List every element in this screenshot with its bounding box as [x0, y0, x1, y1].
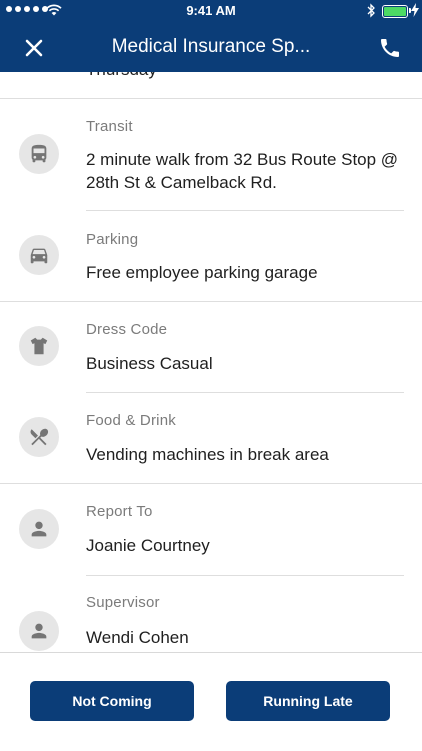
phone-icon[interactable] — [378, 36, 402, 60]
page-title: Medical Insurance Sp... — [111, 36, 311, 57]
supervisor-value: Wendi Cohen — [86, 628, 189, 647]
dress-code-label: Dress Code — [86, 321, 168, 338]
list-item-report-to: Report To Joanie Courtney — [0, 484, 422, 575]
action-footer: Not Coming Running Late — [0, 652, 422, 751]
app-header: 9:41 AM Medical Insurance Sp... — [0, 0, 422, 72]
transit-label: Transit — [86, 118, 133, 135]
status-bar: 9:41 AM — [0, 0, 422, 22]
food-drink-value: Vending machines in break area — [86, 445, 329, 464]
person-icon — [19, 509, 59, 549]
shirt-icon — [19, 326, 59, 366]
battery-icon — [382, 5, 408, 18]
car-icon — [19, 235, 59, 275]
status-time: 9:41 AM — [186, 3, 236, 18]
report-to-label: Report To — [86, 503, 153, 520]
list-item-food-drink: Food & Drink Vending machines in break a… — [0, 393, 422, 483]
fork-knife-icon — [19, 417, 59, 457]
partial-row-value: Thursday — [86, 72, 157, 80]
bus-icon — [19, 134, 59, 174]
not-coming-button[interactable]: Not Coming — [30, 681, 194, 721]
details-list[interactable]: Thursday Transit 2 minute walk from 32 B… — [0, 72, 422, 652]
parking-value: Free employee parking garage — [86, 263, 318, 282]
supervisor-label: Supervisor — [86, 594, 160, 611]
report-to-value: Joanie Courtney — [86, 536, 210, 555]
charging-icon — [411, 3, 419, 17]
food-drink-label: Food & Drink — [86, 412, 176, 429]
list-item-dress-code: Dress Code Business Casual — [0, 302, 422, 392]
person-icon — [19, 611, 59, 651]
bluetooth-icon — [367, 3, 375, 18]
parking-label: Parking — [86, 231, 139, 248]
running-late-button[interactable]: Running Late — [226, 681, 390, 721]
list-item-parking: Parking Free employee parking garage — [0, 211, 422, 301]
transit-value: 2 minute walk from 32 Bus Route Stop @ 2… — [86, 150, 399, 192]
list-item-transit: Transit 2 minute walk from 32 Bus Route … — [0, 99, 422, 211]
dress-code-value: Business Casual — [86, 354, 213, 373]
close-icon[interactable] — [22, 36, 46, 60]
list-item-supervisor: Supervisor Wendi Cohen — [0, 576, 422, 652]
